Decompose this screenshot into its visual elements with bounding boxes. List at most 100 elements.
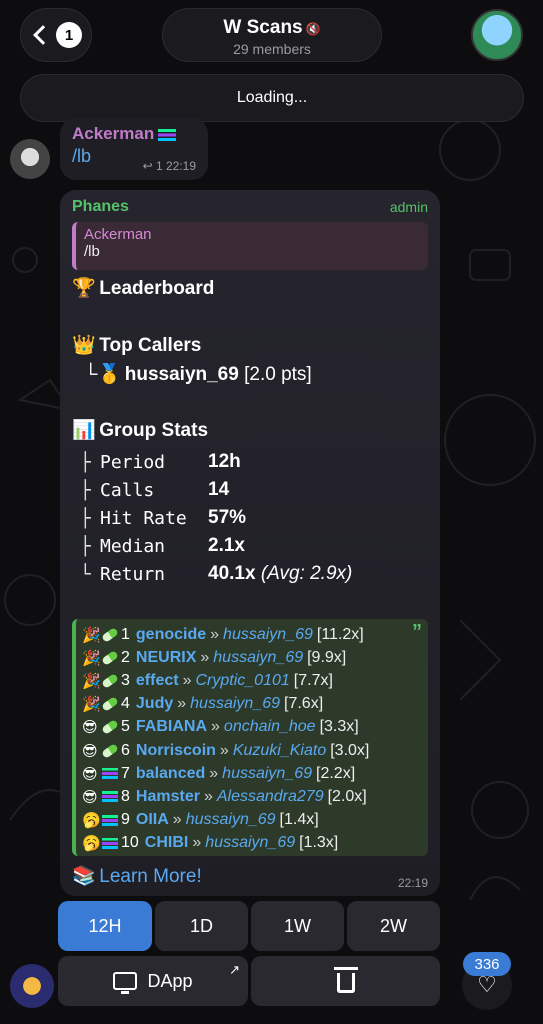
pill-icon <box>101 696 119 713</box>
message-time: 22:19 <box>397 876 428 890</box>
tree-branch-icon: └ <box>84 364 98 385</box>
caller-link[interactable]: onchain_hoe <box>224 718 316 736</box>
chat-title-pill[interactable]: W Scans 🔇 29 members <box>162 8 382 62</box>
token-rank: 5 <box>121 718 130 736</box>
token-multiplier: [3.0x] <box>330 741 370 759</box>
token-row: 🥱 9 OIIA» hussaiyn_69 [1.4x] <box>82 809 422 832</box>
token-row: 😎 5 FABIANA» onchain_hoe [3.3x] <box>82 716 422 739</box>
bar-chart-icon: 📊 <box>72 420 96 441</box>
period-button-1w[interactable]: 1W <box>251 901 344 951</box>
leaderboard-title: Leaderboard <box>99 278 215 299</box>
token-link[interactable]: effect <box>136 672 179 690</box>
tree-branch-icon: ├ <box>80 535 91 557</box>
group-avatar[interactable] <box>471 9 523 61</box>
chevron-left-icon <box>33 25 53 45</box>
caller-link[interactable]: hussaiyn_69 <box>222 765 312 783</box>
stat-row: ├ Calls 14 <box>80 476 352 504</box>
stat-row: ├ Hit Rate 57% <box>80 504 352 532</box>
caller-link[interactable]: hussaiyn_69 <box>190 695 280 713</box>
learn-more-link[interactable]: 📚 Learn More! <box>72 864 202 888</box>
dapp-label: DApp <box>147 970 193 991</box>
solana-icon <box>102 791 118 803</box>
token-link[interactable]: OIIA <box>136 811 169 829</box>
token-link[interactable]: FABIANA <box>136 718 207 736</box>
medal-icon: 🥇 <box>97 364 122 385</box>
token-rank: 6 <box>121 741 130 759</box>
token-link[interactable]: Hamster <box>136 788 200 806</box>
reaction-emoji-icon: 🥱 <box>82 812 101 830</box>
token-row: 🎉 4 Judy» hussaiyn_69 [7.6x] <box>82 693 422 716</box>
dapp-button[interactable]: DApp ↗ <box>58 956 248 1006</box>
sender-name: Ackerman <box>72 124 155 143</box>
token-list-quote: ” 🎉 1 genocide» hussaiyn_69 [11.2x] 🎉 2 NEURIX»… <box>72 619 428 856</box>
caller-link[interactable]: Alessandra279 <box>217 788 324 806</box>
token-link[interactable]: genocide <box>136 626 206 644</box>
token-multiplier: [1.4x] <box>279 811 319 829</box>
crown-icon: 👑 <box>72 335 96 356</box>
stat-row: ├ Period 12h <box>80 448 352 476</box>
caller-link[interactable]: Cryptic_0101 <box>196 672 290 690</box>
caller-link[interactable]: hussaiyn_69 <box>213 649 303 667</box>
back-button[interactable]: 1 <box>20 8 92 62</box>
group-stats-title: Group Stats <box>99 420 209 441</box>
separator: » <box>210 625 220 643</box>
top-callers-title: Top Callers <box>99 335 202 356</box>
token-row: 🎉 1 genocide» hussaiyn_69 [11.2x] <box>82 623 422 646</box>
stats-list: ├ Period 12h ├ Calls 14 ├ Hit Rate 57% ├ Median… <box>80 448 352 588</box>
solana-icon <box>102 814 118 826</box>
separator: » <box>200 648 210 666</box>
member-count: 29 members <box>233 41 311 57</box>
reply-quote[interactable]: Ackerman /lb <box>72 222 428 270</box>
separator: » <box>219 741 229 759</box>
pill-icon <box>101 649 119 666</box>
token-rank: 8 <box>121 787 130 805</box>
token-multiplier: [7.6x] <box>284 695 324 713</box>
separator: » <box>172 811 182 829</box>
token-row: 😎 6 Norriscoin» Kuzuki_Kiato [3.0x] <box>82 739 422 762</box>
caller-link[interactable]: Kuzuki_Kiato <box>233 742 326 760</box>
caller-link[interactable]: hussaiyn_69 <box>205 834 295 852</box>
token-multiplier: [1.3x] <box>299 834 339 852</box>
token-row: 🎉 2 NEURIX» hussaiyn_69 [9.9x] <box>82 646 422 669</box>
group-stats-heading: 📊 Group Stats <box>72 418 208 442</box>
stat-value: 40.1x (Avg: 2.9x) <box>208 563 353 584</box>
trophy-icon: 🏆 <box>72 278 96 299</box>
period-button-1d[interactable]: 1D <box>155 901 248 951</box>
message-bubble[interactable]: Ackerman /lb ↩ 1 22:19 <box>60 118 208 180</box>
token-link[interactable]: balanced <box>136 765 205 783</box>
token-multiplier: [3.3x] <box>319 718 359 736</box>
token-rank: 1 <box>121 625 130 643</box>
separator: » <box>209 764 219 782</box>
token-multiplier: [7.7x] <box>293 671 333 689</box>
monitor-icon <box>113 972 138 994</box>
period-button-12h[interactable]: 12H <box>58 901 152 951</box>
token-link[interactable]: NEURIX <box>136 649 196 667</box>
token-link[interactable]: Norriscoin <box>136 742 216 760</box>
token-rank: 3 <box>121 671 130 689</box>
tree-branch-icon: ├ <box>80 507 91 529</box>
delete-button[interactable] <box>251 956 440 1006</box>
token-rank: 10 <box>121 834 139 852</box>
separator: » <box>177 695 187 713</box>
avatar[interactable] <box>10 139 50 179</box>
pinned-loading-bar[interactable]: Loading... <box>20 74 524 122</box>
reaction-emoji-icon: 😎 <box>82 788 98 806</box>
top-caller-name: hussaiyn_69 <box>124 364 239 385</box>
leaderboard-message[interactable]: Phanes admin Ackerman /lb 🏆 Leaderboard … <box>60 190 440 896</box>
caller-link[interactable]: hussaiyn_69 <box>223 626 313 644</box>
reaction-emoji-icon: 🎉 <box>82 649 101 667</box>
token-link[interactable]: CHIBI <box>145 834 189 852</box>
caller-link[interactable]: hussaiyn_69 <box>186 811 276 829</box>
user-avatar[interactable] <box>10 964 54 1008</box>
period-button-2w[interactable]: 2W <box>347 901 440 951</box>
reaction-emoji-icon: 🎉 <box>82 672 101 690</box>
token-row: 😎 7 balanced» hussaiyn_69 [2.2x] <box>82 762 422 785</box>
stat-value: 14 <box>208 479 230 500</box>
pill-icon <box>101 626 119 643</box>
tree-branch-icon: ├ <box>80 451 91 473</box>
external-link-icon: ↗ <box>229 962 240 977</box>
token-link[interactable]: Judy <box>136 695 173 713</box>
unread-count-badge: 1 <box>56 22 82 48</box>
token-multiplier: [11.2x] <box>316 625 364 643</box>
trash-icon <box>333 967 358 993</box>
